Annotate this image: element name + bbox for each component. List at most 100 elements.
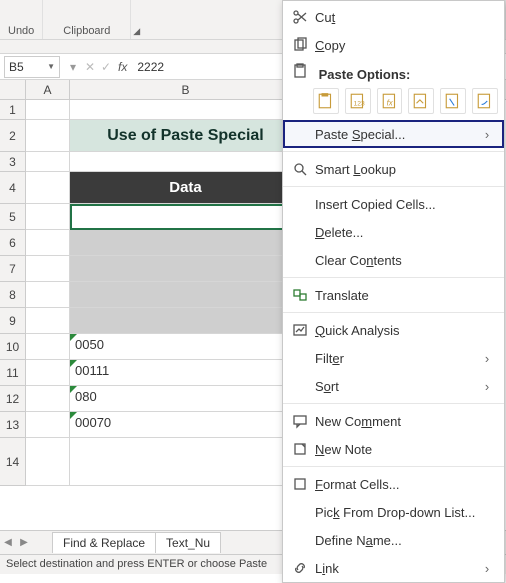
- cell[interactable]: [26, 334, 70, 360]
- cell[interactable]: [26, 100, 70, 120]
- row-header[interactable]: 14: [0, 438, 26, 486]
- cell[interactable]: [70, 100, 302, 120]
- menu-label: Format Cells...: [315, 477, 494, 492]
- chevron-right-icon: ›: [480, 561, 494, 576]
- active-cell[interactable]: [70, 204, 302, 230]
- menu-translate[interactable]: Translate: [283, 281, 504, 309]
- table-header-cell[interactable]: Data: [70, 172, 302, 204]
- col-header-a[interactable]: A: [26, 80, 70, 99]
- cell[interactable]: 00070: [70, 412, 302, 438]
- namebox-history-icon[interactable]: ▾: [64, 60, 82, 74]
- row-header[interactable]: 3: [0, 152, 26, 172]
- paste-values-button[interactable]: 123: [345, 88, 371, 114]
- menu-label: Clear Contents: [315, 253, 494, 268]
- menu-new-note[interactable]: New Note: [283, 435, 504, 463]
- row-header[interactable]: 7: [0, 256, 26, 282]
- search-icon: [289, 161, 311, 177]
- menu-filter[interactable]: Filter ›: [283, 344, 504, 372]
- menu-link[interactable]: Link ›: [283, 554, 504, 582]
- tab-text-num[interactable]: Text_Nu: [155, 532, 221, 553]
- menu-quick-analysis[interactable]: Quick Analysis: [283, 316, 504, 344]
- paste-all-button[interactable]: [313, 88, 339, 114]
- menu-format-cells[interactable]: Format Cells...: [283, 470, 504, 498]
- row-header[interactable]: 12: [0, 386, 26, 412]
- menu-label: Paste Special...: [315, 127, 480, 142]
- cell[interactable]: [26, 438, 70, 486]
- cell[interactable]: [70, 230, 302, 256]
- cell[interactable]: [70, 438, 302, 486]
- cell[interactable]: [26, 152, 70, 172]
- paste-transpose-button[interactable]: [408, 88, 434, 114]
- row-header[interactable]: 13: [0, 412, 26, 438]
- paste-formatting-button[interactable]: [440, 88, 466, 114]
- cell[interactable]: 0050: [70, 334, 302, 360]
- paste-formulas-button[interactable]: fx: [377, 88, 403, 114]
- cell[interactable]: 00111: [70, 360, 302, 386]
- cell[interactable]: [26, 204, 70, 230]
- cell[interactable]: [26, 386, 70, 412]
- title-cell[interactable]: Use of Paste Special: [70, 120, 302, 152]
- fx-icon[interactable]: fx: [114, 60, 131, 74]
- svg-text:123: 123: [353, 101, 365, 108]
- chevron-down-icon[interactable]: ▼: [47, 62, 55, 71]
- tab-nav-prev-icon[interactable]: ◀: [0, 537, 16, 548]
- note-icon: [289, 441, 311, 457]
- row-header[interactable]: 5: [0, 204, 26, 230]
- select-all-corner[interactable]: [0, 80, 26, 99]
- cancel-icon[interactable]: ✕: [82, 60, 98, 74]
- row-header[interactable]: 9: [0, 308, 26, 334]
- menu-sort[interactable]: Sort ›: [283, 372, 504, 400]
- menu-label: Insert Copied Cells...: [315, 197, 494, 212]
- cell[interactable]: [26, 256, 70, 282]
- row-header[interactable]: 11: [0, 360, 26, 386]
- row-header[interactable]: 6: [0, 230, 26, 256]
- chevron-right-icon: ›: [480, 379, 494, 394]
- ribbon-label-clipboard: Clipboard: [51, 25, 122, 37]
- enter-icon[interactable]: ✓: [98, 60, 114, 74]
- cell[interactable]: [26, 308, 70, 334]
- cell[interactable]: [70, 282, 302, 308]
- cell[interactable]: [26, 230, 70, 256]
- menu-define-name[interactable]: Define Name...: [283, 526, 504, 554]
- cell[interactable]: [70, 256, 302, 282]
- dialog-launcher-icon[interactable]: ◢: [131, 26, 142, 37]
- name-box[interactable]: B5 ▼: [4, 56, 60, 78]
- menu-clear-contents[interactable]: Clear Contents: [283, 246, 504, 274]
- menu-label: Define Name...: [315, 533, 494, 548]
- menu-paste-special[interactable]: Paste Special... ›: [283, 120, 504, 148]
- menu-pick-list[interactable]: Pick From Drop-down List...: [283, 498, 504, 526]
- menu-label: Cut: [315, 10, 494, 25]
- paste-options-row: 123 fx: [283, 84, 504, 120]
- menu-copy[interactable]: Copy: [283, 31, 504, 59]
- menu-new-comment[interactable]: New Comment: [283, 407, 504, 435]
- cell[interactable]: [26, 412, 70, 438]
- cell[interactable]: [26, 172, 70, 204]
- ribbon-label-undo: Undo: [8, 25, 34, 37]
- cell[interactable]: [70, 308, 302, 334]
- row-header[interactable]: 10: [0, 334, 26, 360]
- menu-label: Copy: [315, 38, 494, 53]
- col-header-b[interactable]: B: [70, 80, 302, 99]
- menu-smart-lookup[interactable]: Smart Lookup: [283, 155, 504, 183]
- cell[interactable]: [26, 360, 70, 386]
- tab-find-replace[interactable]: Find & Replace: [52, 532, 156, 553]
- translate-icon: [289, 287, 311, 303]
- menu-insert-copied[interactable]: Insert Copied Cells...: [283, 190, 504, 218]
- menu-delete[interactable]: Delete...: [283, 218, 504, 246]
- menu-label: Translate: [315, 288, 494, 303]
- row-header[interactable]: 2: [0, 120, 26, 152]
- cell[interactable]: [26, 120, 70, 152]
- paste-link-button[interactable]: [472, 88, 498, 114]
- cell[interactable]: [26, 282, 70, 308]
- row-header[interactable]: 8: [0, 282, 26, 308]
- tab-nav-next-icon[interactable]: ▶: [16, 537, 32, 548]
- row-header[interactable]: 1: [0, 100, 26, 120]
- cell[interactable]: [70, 152, 302, 172]
- paste-options-label: Paste Options:: [319, 67, 411, 82]
- context-menu: Cut Copy Paste Options: 123 fx Paste Spe…: [282, 0, 505, 583]
- menu-label: Pick From Drop-down List...: [315, 505, 494, 520]
- row-header[interactable]: 4: [0, 172, 26, 204]
- cell[interactable]: 080: [70, 386, 302, 412]
- paste-options-heading: Paste Options:: [283, 59, 504, 84]
- menu-cut[interactable]: Cut: [283, 3, 504, 31]
